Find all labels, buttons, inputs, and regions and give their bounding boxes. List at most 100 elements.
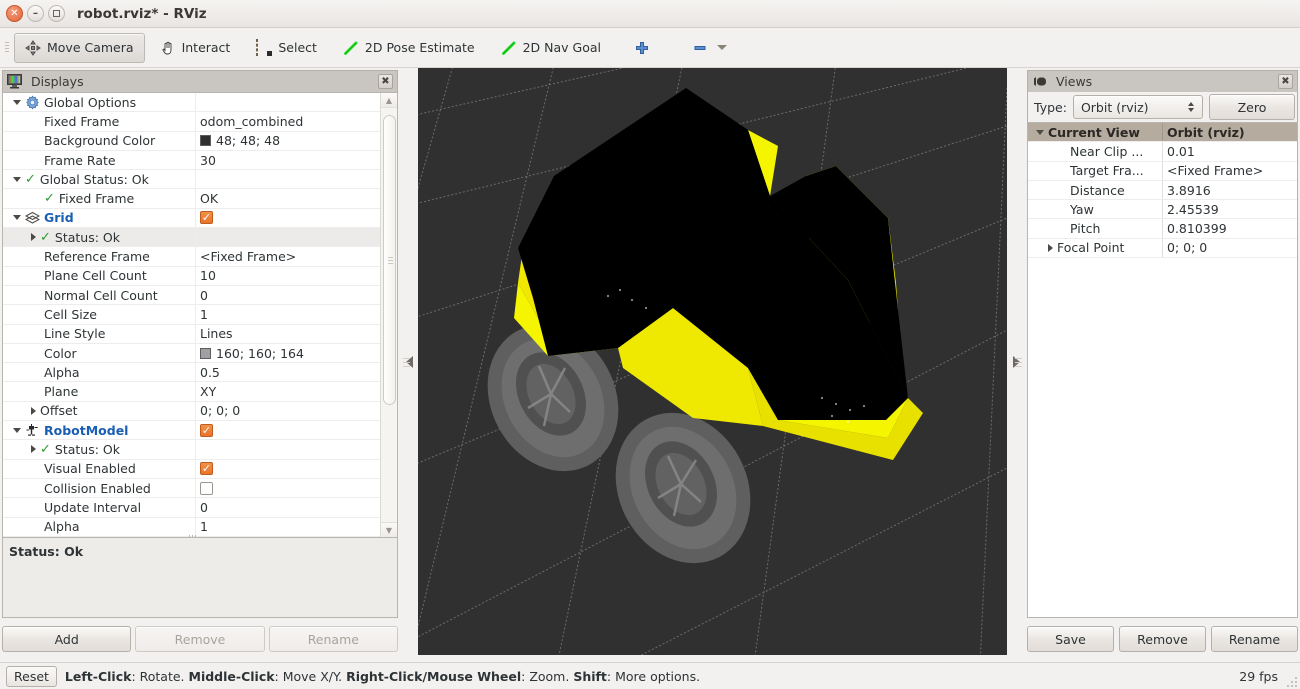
- display-enable-checkbox[interactable]: ✓: [200, 462, 213, 475]
- display-row-fixed-frame[interactable]: ✓Fixed FrameOK: [3, 189, 380, 208]
- displays-scrollbar[interactable]: ▲ ▼: [380, 93, 397, 537]
- color-swatch[interactable]: [200, 348, 211, 359]
- display-enable-checkbox[interactable]: [200, 482, 213, 495]
- display-row-update-interval[interactable]: Update Interval0: [3, 498, 380, 517]
- render-viewport-3d[interactable]: [418, 68, 1007, 655]
- toolbar-drag-handle[interactable]: [2, 35, 12, 61]
- expand-icon[interactable]: [31, 445, 36, 453]
- scroll-down-icon[interactable]: ▼: [381, 522, 397, 537]
- displays-tree[interactable]: Global OptionsFixed Frameodom_combinedBa…: [2, 92, 398, 538]
- view-row-value[interactable]: <Fixed Frame>: [1162, 162, 1297, 180]
- display-row-value-cell[interactable]: 0; 0; 0: [195, 402, 380, 420]
- view-row-value[interactable]: 0.810399: [1162, 219, 1297, 237]
- display-row-value-cell[interactable]: odom_combined: [195, 112, 380, 130]
- display-row-value-cell[interactable]: 0.5: [195, 363, 380, 381]
- view-row-distance[interactable]: Distance3.8916: [1028, 181, 1297, 200]
- display-row-robotmodel[interactable]: RobotModel✓: [3, 421, 380, 440]
- remove-view-button[interactable]: Remove: [1119, 626, 1206, 652]
- display-row-visual-enabled[interactable]: Visual Enabled✓: [3, 460, 380, 479]
- minimize-icon[interactable]: –: [27, 5, 44, 22]
- display-row-value-cell[interactable]: Lines: [195, 325, 380, 343]
- display-row-value-cell[interactable]: [195, 228, 380, 246]
- collapse-icon[interactable]: [13, 100, 21, 105]
- display-row-collision-enabled[interactable]: Collision Enabled: [3, 479, 380, 498]
- display-row-alpha[interactable]: Alpha0.5: [3, 363, 380, 382]
- reset-button[interactable]: Reset: [6, 666, 57, 687]
- expand-icon[interactable]: [1036, 130, 1044, 135]
- display-row-global-status-ok[interactable]: ✓Global Status: Ok: [3, 170, 380, 189]
- expand-icon[interactable]: [1048, 244, 1053, 252]
- display-row-value-cell[interactable]: 48; 48; 48: [195, 132, 380, 150]
- display-row-global-options[interactable]: Global Options: [3, 93, 380, 112]
- tool-move-camera[interactable]: Move Camera: [14, 33, 145, 63]
- tool-select[interactable]: Select: [245, 33, 328, 63]
- expand-icon[interactable]: [31, 233, 36, 241]
- view-row-target-fra[interactable]: Target Fra...<Fixed Frame>: [1028, 162, 1297, 181]
- maximize-icon[interactable]: [48, 5, 65, 22]
- tool-interact[interactable]: Interact: [149, 33, 242, 63]
- display-enable-checkbox[interactable]: ✓: [200, 211, 213, 224]
- right-splitter-handle[interactable]: [1007, 68, 1025, 655]
- views-tree[interactable]: Current View Orbit (rviz) Near Clip ...0…: [1027, 122, 1298, 618]
- display-row-fixed-frame[interactable]: Fixed Frameodom_combined: [3, 112, 380, 131]
- view-type-select[interactable]: Orbit (rviz): [1073, 95, 1203, 119]
- add-button[interactable]: Add: [2, 626, 131, 652]
- display-enable-checkbox[interactable]: ✓: [200, 424, 213, 437]
- save-view-button[interactable]: Save: [1027, 626, 1114, 652]
- display-row-value-cell[interactable]: 160; 160; 164: [195, 344, 380, 362]
- chevron-down-icon[interactable]: [717, 45, 727, 50]
- tool-remove-panel[interactable]: [682, 33, 738, 63]
- view-row-value[interactable]: 0.01: [1162, 142, 1297, 160]
- display-row-color[interactable]: Color160; 160; 164: [3, 344, 380, 363]
- display-row-status-ok[interactable]: ✓Status: Ok: [3, 228, 380, 247]
- color-swatch[interactable]: [200, 135, 211, 146]
- display-row-reference-frame[interactable]: Reference Frame<Fixed Frame>: [3, 247, 380, 266]
- display-row-value-cell[interactable]: 0: [195, 498, 380, 516]
- display-row-line-style[interactable]: Line StyleLines: [3, 325, 380, 344]
- display-row-plane-cell-count[interactable]: Plane Cell Count10: [3, 267, 380, 286]
- display-row-value-cell[interactable]: OK: [195, 189, 380, 207]
- collapse-icon[interactable]: [13, 215, 21, 220]
- display-row-value-cell[interactable]: 30: [195, 151, 380, 169]
- scroll-up-icon[interactable]: ▲: [381, 93, 397, 108]
- expand-icon[interactable]: [31, 407, 36, 415]
- display-row-value-cell[interactable]: [195, 93, 380, 111]
- tool-2d-nav-goal[interactable]: 2D Nav Goal: [490, 33, 612, 63]
- left-splitter-handle[interactable]: [400, 68, 418, 655]
- display-row-normal-cell-count[interactable]: Normal Cell Count0: [3, 286, 380, 305]
- zero-button[interactable]: Zero: [1209, 94, 1295, 120]
- display-row-value-cell[interactable]: 1: [195, 305, 380, 323]
- display-row-frame-rate[interactable]: Frame Rate30: [3, 151, 380, 170]
- view-row-value[interactable]: 2.45539: [1162, 200, 1297, 218]
- close-icon[interactable]: ✖: [378, 74, 393, 89]
- display-row-cell-size[interactable]: Cell Size1: [3, 305, 380, 324]
- display-row-value-cell[interactable]: ✓: [195, 460, 380, 478]
- display-row-value-cell[interactable]: [195, 170, 380, 188]
- tool-add-panel[interactable]: [624, 33, 662, 63]
- spinner-icon[interactable]: [1188, 102, 1198, 112]
- display-row-value-cell[interactable]: 10: [195, 267, 380, 285]
- display-row-value-cell[interactable]: ✓: [195, 421, 380, 439]
- display-row-grid[interactable]: Grid✓: [3, 209, 380, 228]
- view-row-value[interactable]: 0; 0; 0: [1162, 239, 1297, 257]
- column-resize-handle[interactable]: [189, 533, 205, 538]
- view-row-yaw[interactable]: Yaw2.45539: [1028, 200, 1297, 219]
- display-row-value-cell[interactable]: ✓: [195, 209, 380, 227]
- resize-grip[interactable]: [1285, 675, 1297, 687]
- display-row-value-cell[interactable]: 0: [195, 286, 380, 304]
- display-row-value-cell[interactable]: XY: [195, 382, 380, 400]
- display-row-value-cell[interactable]: [195, 440, 380, 458]
- close-icon[interactable]: ✕: [6, 5, 23, 22]
- scrollbar-thumb[interactable]: [383, 115, 396, 405]
- close-icon[interactable]: ✖: [1278, 74, 1293, 89]
- display-row-status-ok[interactable]: ✓Status: Ok: [3, 440, 380, 459]
- tool-2d-pose-estimate[interactable]: 2D Pose Estimate: [332, 33, 486, 63]
- view-row-near-clip[interactable]: Near Clip ...0.01: [1028, 142, 1297, 161]
- display-row-value-cell[interactable]: [195, 479, 380, 497]
- display-row-background-color[interactable]: Background Color48; 48; 48: [3, 132, 380, 151]
- view-row-pitch[interactable]: Pitch0.810399: [1028, 219, 1297, 238]
- collapse-icon[interactable]: [13, 428, 21, 433]
- rename-view-button[interactable]: Rename: [1211, 626, 1298, 652]
- display-row-plane[interactable]: PlaneXY: [3, 382, 380, 401]
- display-row-offset[interactable]: Offset0; 0; 0: [3, 402, 380, 421]
